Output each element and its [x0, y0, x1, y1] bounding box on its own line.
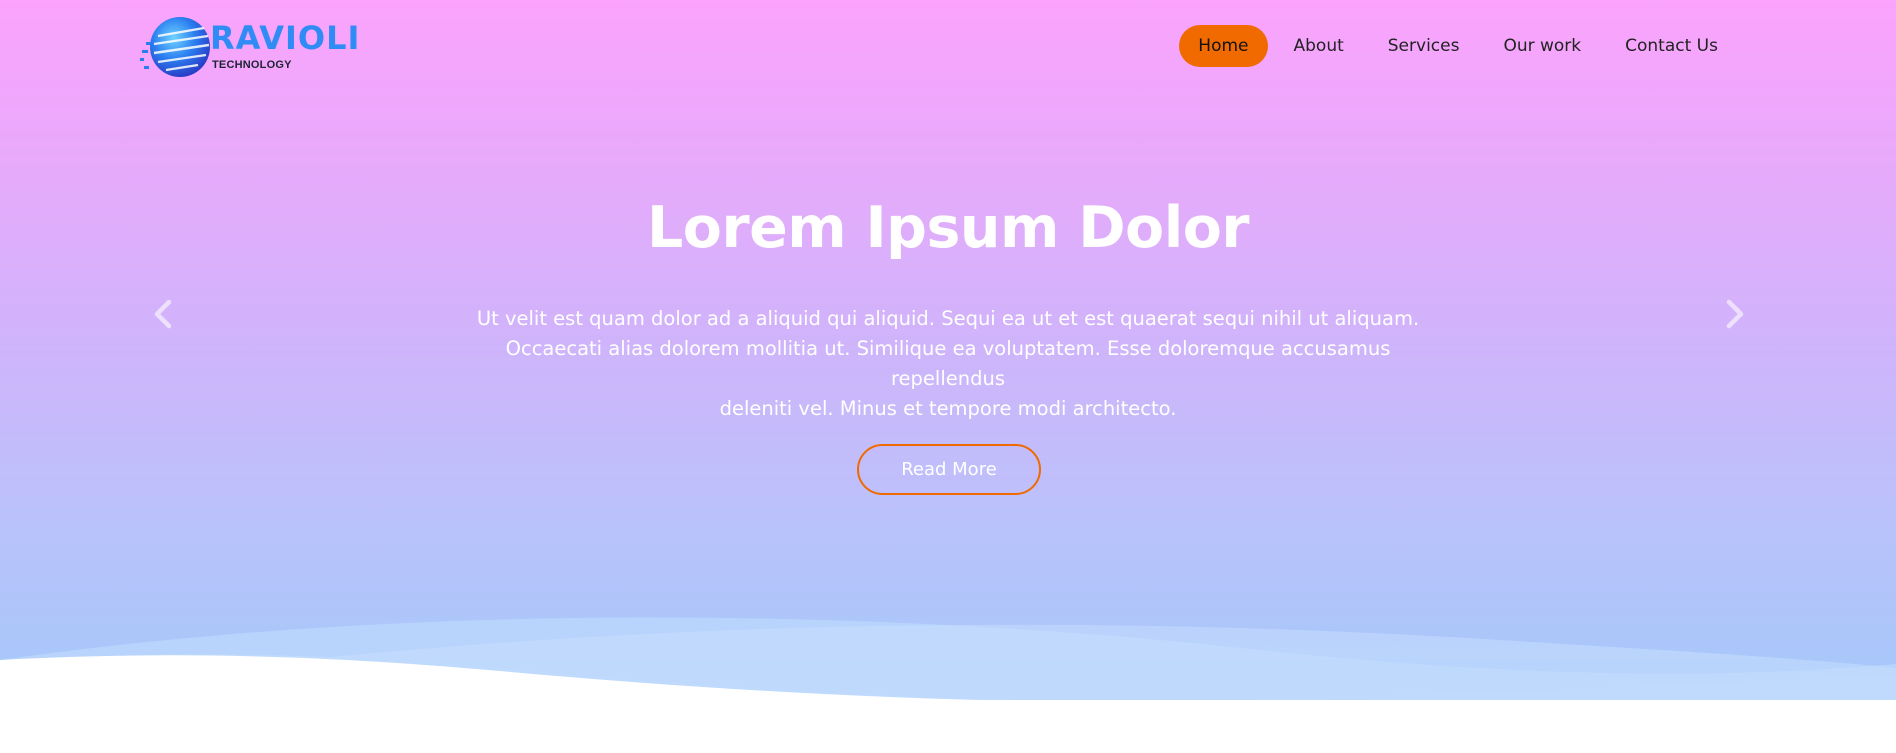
nav-services[interactable]: Services: [1366, 25, 1482, 67]
hero-description-line: deleniti vel. Minus et tempore modi arch…: [719, 397, 1177, 420]
hero-carousel: RAVIOLI TECHNOLOGY Home About Services O…: [0, 0, 1896, 753]
chevron-right-icon[interactable]: [1716, 296, 1752, 332]
nav-about[interactable]: About: [1272, 25, 1366, 67]
brand-name: RAVIOLI: [210, 19, 361, 57]
globe-logo-icon: [140, 17, 210, 77]
main-nav: Home About Services Our work Contact Us: [1179, 25, 1740, 67]
hero-title: Lorem Ipsum Dolor: [646, 195, 1250, 261]
chevron-left-icon[interactable]: [146, 296, 182, 332]
hero-description-line: Occaecati alias dolorem mollitia ut. Sim…: [505, 337, 1391, 390]
nav-our-work[interactable]: Our work: [1481, 25, 1603, 67]
hero-description-line: Ut velit est quam dolor ad a aliquid qui…: [476, 307, 1420, 330]
hero-description: Ut velit est quam dolor ad a aliquid qui…: [458, 304, 1438, 424]
brand-tagline: TECHNOLOGY: [212, 59, 292, 71]
read-more-button[interactable]: Read More: [857, 444, 1041, 495]
brand-logo[interactable]: RAVIOLI TECHNOLOGY: [138, 14, 378, 80]
nav-contact-us[interactable]: Contact Us: [1603, 25, 1740, 67]
nav-home[interactable]: Home: [1179, 25, 1268, 67]
